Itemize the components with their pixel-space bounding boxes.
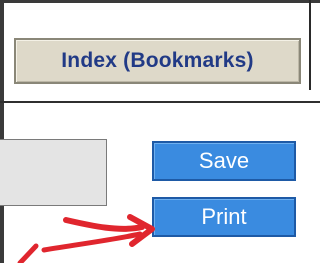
print-label: Print xyxy=(201,204,247,229)
index-bookmarks-label: Index (Bookmarks) xyxy=(61,49,254,72)
index-bookmarks-button[interactable]: Index (Bookmarks) xyxy=(14,38,301,84)
print-button[interactable]: Print xyxy=(152,197,296,237)
window-frame-right xyxy=(309,0,311,90)
window-frame-left xyxy=(0,0,4,263)
content-panel xyxy=(0,139,107,206)
save-label: Save xyxy=(198,148,250,173)
save-button[interactable]: Save xyxy=(152,141,296,181)
section-divider xyxy=(0,101,320,103)
header-area xyxy=(4,3,309,33)
